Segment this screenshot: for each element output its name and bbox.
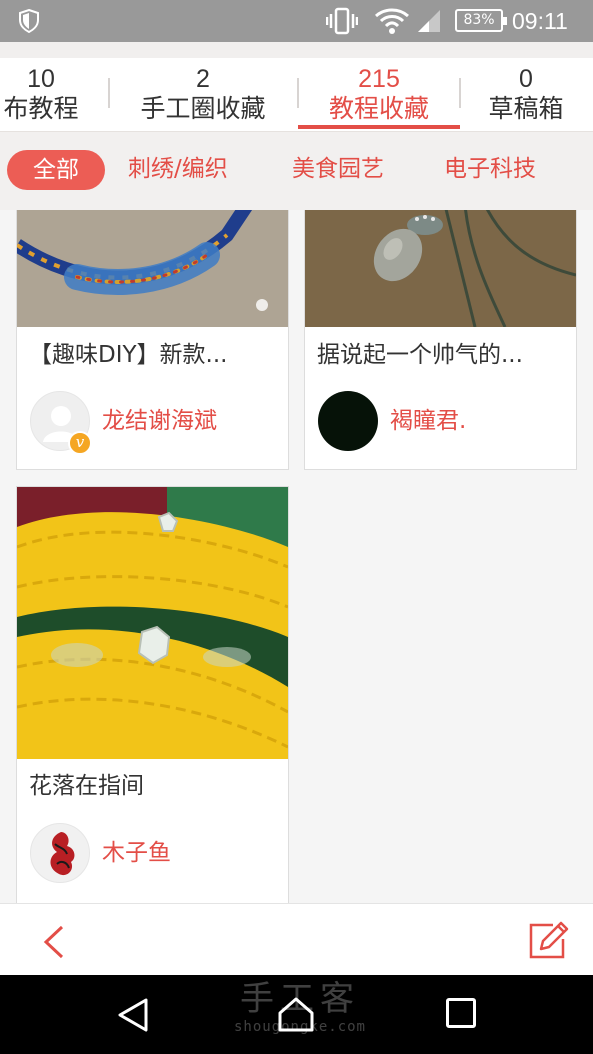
pendant-photo: [305, 210, 576, 327]
tutorial-card[interactable]: 花落在指间 木子鱼: [16, 486, 289, 903]
card-title: 花落在指间: [29, 773, 144, 799]
clock: 09:11: [512, 8, 568, 34]
dragon-avatar-icon: [50, 832, 75, 876]
category-filter-bar: 全部 刺绣/编织 美食园艺 电子科技: [0, 132, 593, 210]
tab-published[interactable]: 10 布教程: [0, 64, 86, 124]
tab-count: 215: [358, 65, 400, 93]
bracelet-photo: [17, 210, 288, 327]
vibrate-icon: [326, 7, 358, 35]
nav-back-icon[interactable]: [116, 997, 150, 1033]
tab-tutorial-favorites[interactable]: 215 教程收藏: [304, 64, 454, 124]
category-food-gardening[interactable]: 美食园艺: [292, 154, 384, 184]
card-title: 【趣味DIY】新款...: [29, 342, 228, 368]
card-author[interactable]: 龙结谢海斌: [102, 406, 217, 436]
card-thumbnail[interactable]: [17, 487, 288, 759]
edit-icon[interactable]: [527, 921, 569, 961]
tab-label: 布教程: [3, 94, 79, 123]
tab-count: 0: [519, 65, 533, 93]
tutorial-card[interactable]: 【趣味DIY】新款... v 龙结谢海斌: [16, 210, 289, 470]
tab-divider: [108, 78, 110, 108]
signal-icon: [418, 10, 440, 32]
stats-tabs: 10 布教程 2 手工圈收藏 215 教程收藏 0 草稿箱: [0, 58, 593, 132]
card-author[interactable]: 木子鱼: [102, 838, 171, 868]
tutorial-grid: 【趣味DIY】新款... v 龙结谢海斌 据说起一个帅气的... 褐瞳君. 花落…: [0, 210, 593, 903]
verified-badge-icon: v: [68, 431, 92, 455]
wifi-icon: [375, 8, 409, 34]
tab-label: 教程收藏: [328, 94, 429, 123]
top-band: [0, 42, 593, 58]
status-bar: 83% 09:11: [0, 0, 593, 42]
yellow-bracelet-photo: [17, 487, 288, 759]
card-thumbnail[interactable]: [305, 210, 576, 327]
category-electronics[interactable]: 电子科技: [444, 154, 536, 184]
category-embroidery-knitting[interactable]: 刺绣/编织: [128, 154, 228, 184]
battery-level: 83%: [463, 12, 495, 28]
card-title: 据说起一个帅气的...: [317, 342, 523, 368]
tab-divider: [459, 78, 461, 108]
back-icon[interactable]: [40, 924, 68, 960]
card-author[interactable]: 褐瞳君.: [390, 406, 466, 436]
avatar[interactable]: [318, 391, 378, 451]
card-thumbnail[interactable]: [17, 210, 288, 327]
tutorial-card[interactable]: 据说起一个帅气的... 褐瞳君.: [304, 210, 577, 470]
tab-circle-favorites[interactable]: 2 手工圈收藏: [128, 64, 278, 124]
nav-recent-apps-icon[interactable]: [446, 998, 476, 1028]
nav-home-icon[interactable]: [276, 995, 316, 1033]
active-tab-indicator: [298, 125, 460, 129]
bottom-action-bar: [0, 903, 593, 975]
avatar[interactable]: [30, 823, 90, 883]
tab-count: 2: [196, 65, 210, 93]
category-all-pill[interactable]: 全部: [7, 150, 105, 190]
battery-icon: 83%: [455, 9, 507, 32]
tab-count: 10: [27, 65, 55, 93]
tab-divider: [297, 78, 299, 108]
system-nav-bar: 手工客 shougongke.com: [0, 975, 593, 1054]
tab-label: 草稿箱: [488, 94, 564, 123]
tab-label: 手工圈收藏: [140, 94, 266, 123]
tab-drafts[interactable]: 0 草稿箱: [476, 64, 576, 124]
shield-icon: [19, 9, 39, 33]
